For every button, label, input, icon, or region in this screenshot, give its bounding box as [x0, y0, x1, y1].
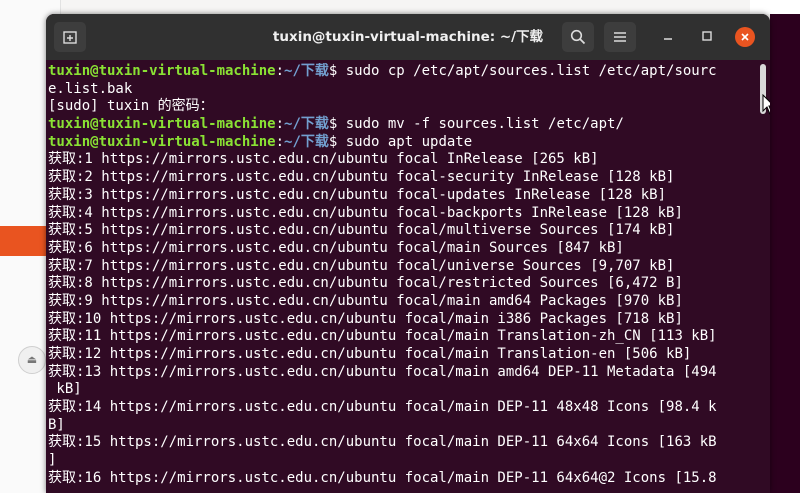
output-text: 获取:16 https://mirrors.ustc.edu.cn/ubuntu… — [48, 469, 717, 486]
output-text: 获取:7 https://mirrors.ustc.edu.cn/ubuntu … — [48, 257, 675, 274]
output-text: 获取:8 https://mirrors.ustc.edu.cn/ubuntu … — [48, 275, 683, 292]
output-text: 获取:6 https://mirrors.ustc.edu.cn/ubuntu … — [48, 239, 624, 256]
title-bar[interactable]: tuxin@tuxin-virtual-machine: ~/下载 — [46, 14, 770, 60]
terminal-line: B] — [48, 417, 760, 435]
output-text: 获取:9 https://mirrors.ustc.edu.cn/ubuntu … — [48, 292, 683, 309]
close-icon[interactable] — [735, 27, 755, 47]
command-text: $ sudo apt update — [328, 133, 473, 150]
output-text: 获取:3 https://mirrors.ustc.edu.cn/ubuntu … — [48, 186, 667, 203]
prompt-path: ~/下载 — [284, 116, 329, 133]
terminal-line: 获取:3 https://mirrors.ustc.edu.cn/ubuntu … — [48, 187, 760, 205]
terminal-line: 获取:13 https://mirrors.ustc.edu.cn/ubuntu… — [48, 364, 760, 382]
command-text: $ sudo mv -f sources.list /etc/apt/ — [328, 116, 624, 133]
command-text: $ sudo cp /etc/apt/sources.list /etc/apt… — [328, 63, 717, 79]
terminal-line: 获取:7 https://mirrors.ustc.edu.cn/ubuntu … — [48, 258, 760, 276]
terminal-line: 获取:14 https://mirrors.ustc.edu.cn/ubuntu… — [48, 399, 760, 417]
terminal-line: 获取:12 https://mirrors.ustc.edu.cn/ubuntu… — [48, 346, 760, 364]
eject-icon[interactable]: ⏏ — [18, 346, 46, 374]
hamburger-menu-icon[interactable] — [604, 22, 636, 52]
output-text: 获取:12 https://mirrors.ustc.edu.cn/ubuntu… — [48, 346, 692, 362]
prompt-user: tuxin@tuxin-virtual-machine — [48, 116, 276, 133]
output-text: 获取:5 https://mirrors.ustc.edu.cn/ubuntu … — [48, 222, 675, 239]
mouse-cursor-icon — [762, 94, 770, 115]
terminal-line: 获取:2 https://mirrors.ustc.edu.cn/ubuntu … — [48, 169, 760, 187]
terminal-line: e.list.bak — [48, 81, 760, 99]
output-text: 获取:11 https://mirrors.ustc.edu.cn/ubuntu… — [48, 328, 717, 345]
output-text: 获取:10 https://mirrors.ustc.edu.cn/ubuntu… — [48, 310, 683, 327]
output-text: 获取:4 https://mirrors.ustc.edu.cn/ubuntu … — [48, 204, 683, 221]
background-window-edge — [750, 0, 800, 14]
terminal-line: 获取:15 https://mirrors.ustc.edu.cn/ubuntu… — [48, 434, 760, 452]
search-icon[interactable] — [562, 22, 594, 52]
terminal-line: tuxin@tuxin-virtual-machine:~/下载$ sudo a… — [48, 134, 760, 152]
new-tab-icon[interactable] — [54, 22, 86, 52]
terminal-output[interactable]: tuxin@tuxin-virtual-machine:~/下载$ sudo c… — [48, 63, 760, 493]
prompt-separator: : — [275, 116, 285, 133]
terminal-line: tuxin@tuxin-virtual-machine:~/下载$ sudo m… — [48, 116, 760, 134]
output-text: 获取:13 https://mirrors.ustc.edu.cn/ubuntu… — [48, 363, 717, 380]
output-text: 获取:14 https://mirrors.ustc.edu.cn/ubuntu… — [48, 399, 717, 416]
terminal-line: 获取:6 https://mirrors.ustc.edu.cn/ubuntu … — [48, 240, 760, 258]
output-text: 获取:15 https://mirrors.ustc.edu.cn/ubuntu… — [48, 434, 717, 451]
maximize-icon[interactable] — [697, 27, 717, 47]
terminal-line: 获取:9 https://mirrors.ustc.edu.cn/ubuntu … — [48, 293, 760, 311]
desktop-background — [770, 0, 800, 493]
terminal-window: tuxin@tuxin-virtual-machine: ~/下载 tuxin@… — [46, 14, 770, 493]
terminal-line: kB] — [48, 381, 760, 399]
output-text: kB] — [48, 381, 82, 398]
terminal-line: 获取:11 https://mirrors.ustc.edu.cn/ubuntu… — [48, 328, 760, 346]
terminal-line: 获取:10 https://mirrors.ustc.edu.cn/ubuntu… — [48, 311, 760, 329]
terminal-line: [sudo] tuxin 的密码： — [48, 98, 760, 116]
output-text: e.list.bak — [48, 80, 133, 97]
terminal-line: tuxin@tuxin-virtual-machine:~/下载$ sudo c… — [48, 63, 760, 81]
output-text: B] — [48, 416, 65, 433]
output-text: ] — [48, 452, 57, 469]
prompt-separator: : — [275, 133, 285, 150]
prompt-user: tuxin@tuxin-virtual-machine — [48, 63, 276, 79]
output-text: 获取:1 https://mirrors.ustc.edu.cn/ubuntu … — [48, 151, 599, 168]
window-title: tuxin@tuxin-virtual-machine: ~/下载 — [272, 29, 544, 45]
background-selected-item[interactable] — [0, 226, 46, 256]
terminal-line: 获取:16 https://mirrors.ustc.edu.cn/ubuntu… — [48, 470, 760, 488]
prompt-separator: : — [275, 63, 285, 79]
minimize-icon[interactable] — [658, 27, 678, 47]
terminal-line: 获取:8 https://mirrors.ustc.edu.cn/ubuntu … — [48, 275, 760, 293]
output-text: 获取:2 https://mirrors.ustc.edu.cn/ubuntu … — [48, 169, 675, 186]
prompt-path: ~/下载 — [284, 133, 329, 150]
output-text: [sudo] tuxin 的密码： — [48, 98, 214, 115]
terminal-line: 获取:1 https://mirrors.ustc.edu.cn/ubuntu … — [48, 151, 760, 169]
terminal-line: 获取:5 https://mirrors.ustc.edu.cn/ubuntu … — [48, 222, 760, 240]
terminal-line: ] — [48, 452, 760, 470]
terminal-line: 获取:4 https://mirrors.ustc.edu.cn/ubuntu … — [48, 205, 760, 223]
prompt-path: ~/下载 — [284, 63, 329, 79]
prompt-user: tuxin@tuxin-virtual-machine — [48, 133, 276, 150]
